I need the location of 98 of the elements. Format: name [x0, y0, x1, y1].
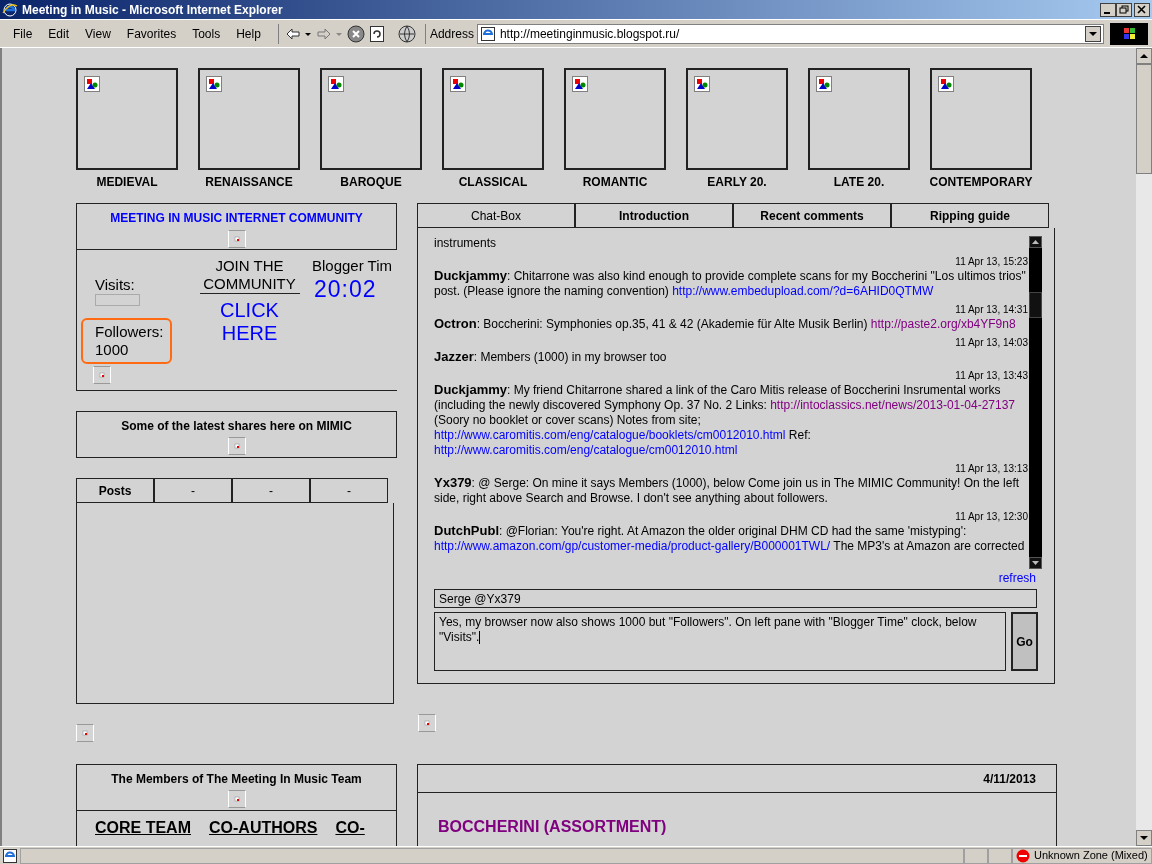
tab[interactable]: Introduction	[575, 203, 733, 228]
chat-message: Jazzer: Members (1000) in my browser too	[434, 349, 668, 365]
name-field[interactable]: Serge @Yx379	[434, 589, 1037, 608]
menu-item[interactable]: Tools	[185, 24, 228, 43]
tab[interactable]: -	[154, 478, 232, 503]
clock-label: Blogger Tim	[312, 257, 393, 275]
chat-message: DutchPubl: @Florian: You're right. At Amazon the older original DHM CD had the same 'mistyping': http://www.amazon.com/gp/customer-media/product-gallery/B000001TWL/ The MP3's at Amazon are corrected	[434, 523, 1026, 554]
menu-item[interactable]: View	[78, 24, 118, 43]
chat-link[interactable]: http://www.amazon.com/gp/customer-media/product-gallery/B000001TWL/	[434, 539, 831, 553]
image-placeholder-icon	[418, 714, 436, 732]
menu-item[interactable]: Edit	[41, 24, 77, 43]
scroll-down-icon[interactable]	[1029, 557, 1042, 569]
image-placeholder-icon	[227, 790, 246, 808]
send-button[interactable]: Go	[1011, 612, 1038, 671]
menu-item[interactable]: File	[6, 24, 40, 43]
windows-logo-icon	[1110, 22, 1148, 45]
broken-image-icon	[206, 76, 222, 92]
join-heading: JOIN THE COMMUNITY	[199, 257, 300, 294]
widget-title: The Members of The Meeting In Music Team	[111, 771, 362, 788]
tab[interactable]: Recent comments	[733, 203, 891, 228]
minimize-icon[interactable]	[1100, 2, 1116, 17]
broken-image-icon	[572, 76, 588, 92]
tab[interactable]: -	[310, 478, 388, 503]
chat-message: Yx379: @ Serge: On mine it says Members (1000), below Come join us in The MIMIC Community! On the left side, right above Search and Browse. I don't see anything about followers.	[434, 475, 1021, 506]
scrollbar[interactable]	[1136, 48, 1152, 846]
ie-icon	[2, 1, 18, 18]
tab[interactable]: Ripping guide	[891, 203, 1049, 228]
broken-image-icon	[84, 76, 100, 92]
widget-title: Some of the latest shares here on MIMIC	[121, 418, 352, 435]
chat-link[interactable]: http://paste2.org/xb4YF9n8	[870, 317, 1016, 331]
zone-text: Unknown Zone (Mixed)	[1034, 848, 1148, 864]
page-icon	[479, 25, 496, 42]
address-label: Address	[429, 25, 474, 43]
message-time: 11 Apr 13, 14:31	[954, 303, 1028, 316]
broken-image-icon	[450, 76, 466, 92]
restore-icon[interactable]	[1116, 2, 1132, 17]
address-text: http://meetinginmusic.blogspot.ru/	[499, 25, 680, 43]
menu-item[interactable]: Help	[229, 24, 268, 43]
stop-icon[interactable]	[346, 24, 365, 43]
scroll-up-icon[interactable]	[1029, 236, 1042, 248]
globe-icon[interactable]	[396, 23, 417, 44]
genre-label[interactable]: BAROQUE	[340, 175, 402, 189]
message-time: 11 Apr 13, 13:43	[954, 369, 1028, 382]
broken-image-icon	[328, 76, 344, 92]
menu-item[interactable]: Favorites	[119, 24, 184, 43]
broken-image-icon	[816, 76, 832, 92]
visits-label: Visits:	[95, 276, 136, 294]
window-title: Meeting in Music - Microsoft Internet Explorer	[22, 1, 283, 19]
scroll-down-icon[interactable]	[1136, 830, 1152, 846]
back-arrow-icon[interactable]	[284, 26, 301, 41]
join-link[interactable]: CLICK HERE	[204, 299, 295, 345]
chat-link[interactable]: http://www.caromitis.com/eng/catalogue/booklets/cm0012010.html	[434, 428, 786, 442]
image-placeholder-icon	[227, 230, 246, 248]
message-time: 11 Apr 13, 13:13	[954, 462, 1028, 475]
scroll-thumb[interactable]	[1029, 292, 1042, 318]
message-time: 11 Apr 13, 14:03	[954, 336, 1028, 349]
dropdown-button-icon[interactable]	[1085, 25, 1101, 42]
message-time: 11 Apr 13, 12:30	[954, 510, 1028, 523]
chat-message: Duckjammy: Chitarrone was also kind enough to provide complete scans for my Boccherini "Los ultimos trios" post. (Please ignore the naming convention) http://www.embedupload.com/?d=6AHID0QTMW	[434, 268, 1027, 299]
genre-label[interactable]: CONTEMPORARY	[929, 175, 1033, 189]
chat-message: Octron: Boccherini: Symphonies op.35, 41 & 42 (Akademie für Alte Musik Berlin) http://paste2.org/xb4YF9n8	[434, 316, 1017, 332]
image-placeholder-icon	[76, 724, 94, 742]
team-link[interactable]: CO-	[335, 819, 365, 837]
genre-label[interactable]: EARLY 20.	[707, 175, 767, 189]
image-placeholder-icon	[227, 437, 246, 455]
genre-label[interactable]: LATE 20.	[833, 175, 885, 189]
clock-time: 20:02	[313, 275, 378, 303]
genre-label[interactable]: ROMANTIC	[582, 175, 648, 189]
genre-label[interactable]: MEDIEVAL	[96, 175, 158, 189]
team-link[interactable]: CO-AUTHORS	[209, 819, 318, 837]
address-field[interactable]: http://meetinginmusic.blogspot.ru/	[476, 23, 1104, 44]
message-field[interactable]: Yes, my browser now also shows 1000 but "Followers". On left pane with "Blogger Time" clock, below "Visits".	[434, 612, 1006, 671]
post-date: 4/11/2013	[983, 770, 1036, 788]
post-title[interactable]: BOCCHERINI (ASSORTMENT)	[438, 815, 1056, 839]
scroll-up-icon[interactable]	[1136, 48, 1152, 64]
genre-label[interactable]: RENAISSANCE	[205, 175, 293, 189]
team-link[interactable]: CORE TEAM	[95, 819, 191, 837]
refresh-link[interactable]: refresh	[998, 571, 1036, 586]
chat-link[interactable]: http://intoclassics.net/news/2013-01-04-27137	[770, 398, 1015, 412]
tab[interactable]: -	[232, 478, 310, 503]
chat-message: Duckjammy: My friend Chitarrone shared a link of the Caro Mitis release of Boccherini Insrumental works (including the newly discovered Symphony Op. 37 No. 2 Links: http://intoclassics.net/news/2013-01-04-27137 (Soory no booklet or cover scans) Notes from site; http://www.caromitis.com/eng/catalogue/booklets/cm0012010.html Ref: http://www.caromitis.com/eng/catalogue/cm0012010.html	[434, 382, 1016, 458]
widget-title: MEETING IN MUSIC INTERNET COMMUNITY	[110, 210, 363, 227]
chat-scrollbar[interactable]	[1029, 236, 1042, 569]
genre-label[interactable]: CLASSICAL	[458, 175, 528, 189]
tab[interactable]: Posts	[76, 478, 154, 503]
followers-count: 1000	[95, 341, 130, 359]
chat-message: instruments	[434, 236, 498, 251]
refresh-icon[interactable]	[368, 24, 385, 43]
broken-image-icon	[938, 76, 954, 92]
message-time: 11 Apr 13, 15:23	[954, 255, 1028, 268]
visits-counter	[95, 294, 140, 306]
broken-image-icon	[694, 76, 710, 92]
tab[interactable]: Chat-Box	[417, 203, 575, 228]
scroll-thumb[interactable]	[1136, 64, 1152, 174]
chat-link[interactable]: http://www.embedupload.com/?d=6AHID0QTMW	[672, 284, 934, 298]
chat-link[interactable]: http://www.caromitis.com/eng/catalogue/cm0012010.html	[434, 443, 738, 457]
image-placeholder-icon	[93, 366, 111, 384]
close-icon[interactable]	[1134, 2, 1150, 17]
